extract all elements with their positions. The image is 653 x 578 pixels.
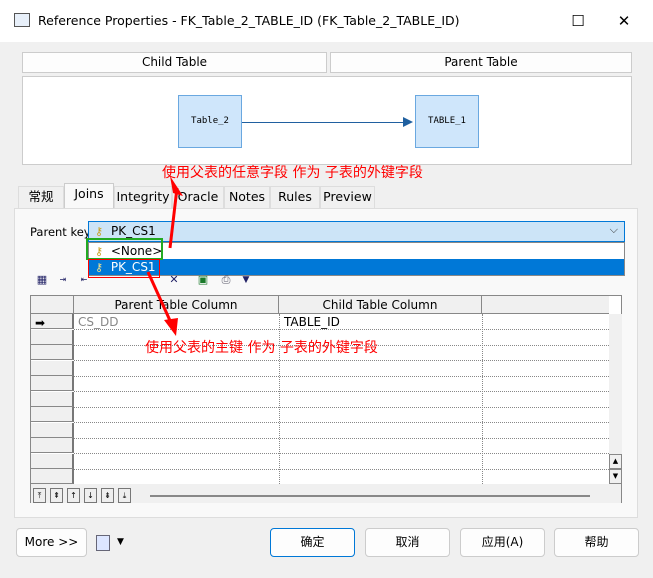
red-arrow-up-head <box>170 176 183 196</box>
document-menu-chevron-icon[interactable]: ▼ <box>117 537 124 547</box>
cancel-button[interactable]: 取消 <box>365 528 450 557</box>
more-button[interactable]: More >> <box>16 528 87 557</box>
ok-button[interactable]: 确定 <box>270 528 355 557</box>
apply-button[interactable]: 应用(A) <box>460 528 545 557</box>
annotation-arrows <box>146 176 183 336</box>
red-arrow-down-head <box>164 318 178 336</box>
document-icon[interactable] <box>96 535 110 551</box>
red-arrow-down <box>146 271 174 326</box>
red-arrow-up <box>168 187 179 249</box>
help-button[interactable]: 帮助 <box>554 528 639 557</box>
